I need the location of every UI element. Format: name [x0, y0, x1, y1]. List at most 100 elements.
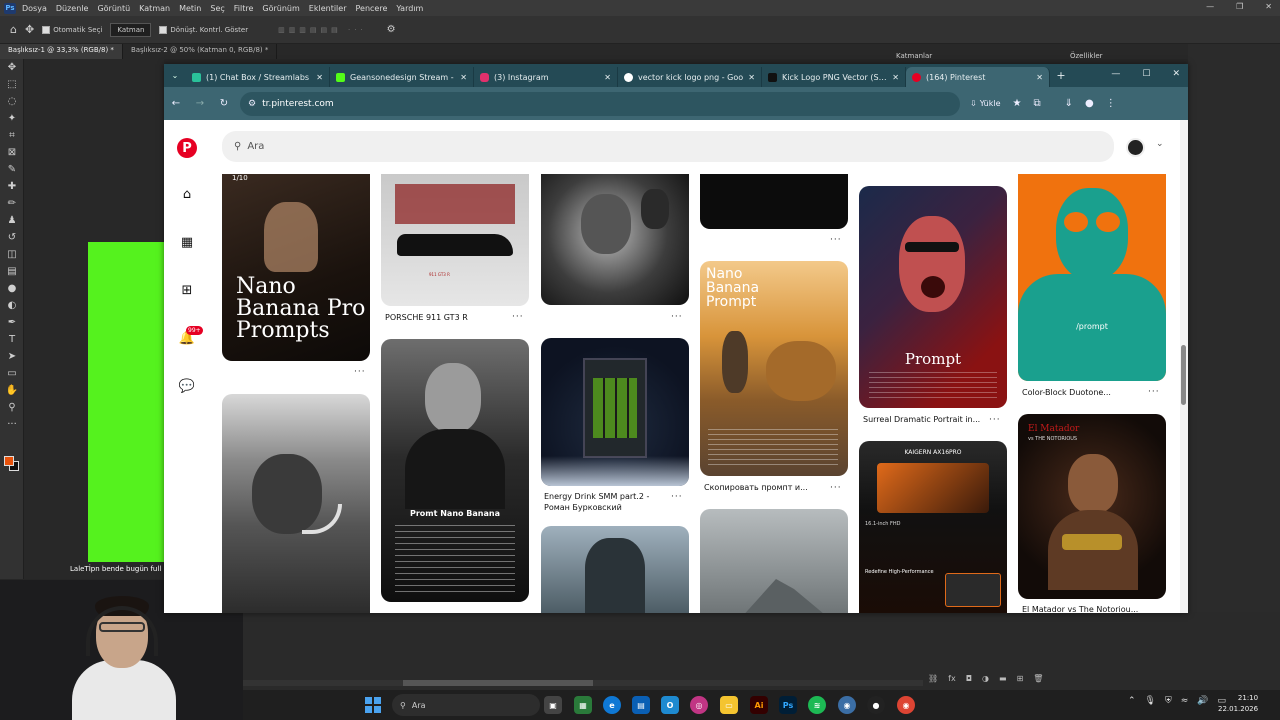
pin-kaigern-laptop[interactable]: KAIGERN AX16PRO 16.1-inch FHD Redefine H… — [859, 441, 1007, 613]
close-icon[interactable]: ✕ — [460, 73, 467, 82]
eyedropper-tool-icon[interactable]: ✎ — [0, 161, 24, 178]
pin-dragon[interactable] — [541, 526, 689, 613]
menu-file[interactable]: Dosya — [22, 4, 47, 13]
folder-icon[interactable]: ▬ — [999, 674, 1007, 683]
edge-icon[interactable]: e — [603, 696, 621, 714]
microphone-icon[interactable]: 🎙 — [1145, 696, 1156, 706]
file-explorer-icon[interactable]: ▭ — [720, 696, 738, 714]
browser-tab-kick-logo[interactable]: Kick Logo PNG Vector (SVG ✕ — [762, 67, 906, 87]
menu-layer[interactable]: Katman — [139, 4, 170, 13]
close-icon[interactable]: ✕ — [1172, 69, 1180, 79]
extensions-icon[interactable]: ⧉ — [1034, 98, 1041, 109]
close-icon[interactable]: ✕ — [1265, 2, 1272, 11]
pin-misty-mountain[interactable] — [700, 509, 848, 613]
auto-select-option[interactable]: Otomatik Seçi — [42, 25, 102, 34]
browser-tab-pinterest[interactable]: (164) Pinterest ✕ — [906, 67, 1050, 87]
pin-surreal-portrait[interactable]: Prompt — [859, 186, 1007, 408]
menu-filter[interactable]: Filtre — [234, 4, 254, 13]
pin-title[interactable]: Color-Block Duotone... — [1022, 388, 1111, 397]
path-select-icon[interactable]: ➤ — [0, 348, 24, 365]
pin-more-options-icon[interactable]: ··· — [671, 492, 683, 502]
pin-mammoth[interactable] — [222, 394, 370, 613]
pin-warrior-eagle[interactable] — [541, 174, 689, 305]
crop-tool-icon[interactable]: ⌗ — [0, 127, 24, 144]
frame-tool-icon[interactable]: ⊠ — [0, 144, 24, 161]
align-icons[interactable]: ▥▥▥▤▤▤ ··· — [278, 26, 367, 34]
doc-tab-1[interactable]: Başlıksız-1 @ 33,3% (RGB/8) * — [0, 44, 123, 59]
foreground-color-swatch[interactable] — [4, 456, 14, 466]
pin-nano-banana-pro[interactable]: Nano Banana Pro Prompts 1/10 — [222, 174, 370, 361]
ps-horizontal-scrollbar[interactable] — [243, 680, 923, 686]
pin-el-matador[interactable]: El Matador vs THE NOTORIOUS — [1018, 414, 1166, 599]
zoom-tool-icon[interactable]: ⚲ — [0, 399, 24, 416]
menu-help[interactable]: Yardım — [396, 4, 423, 13]
close-icon[interactable]: ✕ — [316, 73, 323, 82]
menu-window[interactable]: Pencere — [356, 4, 388, 13]
taskbar-search[interactable]: ⚲ Ara — [392, 694, 540, 716]
pin-dark-top[interactable] — [700, 174, 848, 229]
site-info-icon[interactable]: ⚙ — [248, 99, 256, 109]
browser-tab-google[interactable]: vector kick logo png - Goo ✕ — [618, 67, 762, 87]
menu-image[interactable]: Görüntü — [97, 4, 130, 13]
pinterest-logo-icon[interactable]: P — [177, 138, 197, 158]
search-input[interactable]: ⚲ Ara — [222, 131, 1114, 162]
illustrator-icon[interactable]: Ai — [750, 696, 768, 714]
layers-panel-tab[interactable]: Katmanlar — [896, 52, 932, 60]
maximize-icon[interactable]: ☐ — [1142, 69, 1150, 79]
close-icon[interactable]: ✕ — [604, 73, 611, 82]
browser-tab-kick[interactable]: Geansonedesign Stream - ✕ — [330, 67, 474, 87]
blur-tool-icon[interactable]: ● — [0, 280, 24, 297]
move-tool-icon[interactable]: ✥ — [0, 59, 24, 76]
link-layers-icon[interactable]: ⛓ — [928, 674, 938, 683]
pin-more-options-icon[interactable]: ··· — [830, 235, 842, 245]
menu-select[interactable]: Seç — [210, 4, 224, 13]
pin-title[interactable]: Роман Бурковский — [544, 503, 622, 512]
doc-tab-2[interactable]: Başlıksız-2 @ 50% (Katman 0, RGB/8) * — [123, 44, 278, 59]
messages-icon[interactable]: 💬 — [177, 376, 197, 396]
tab-search-chevron-icon[interactable]: ⌄ — [164, 64, 186, 87]
healing-tool-icon[interactable]: ✚ — [0, 178, 24, 195]
scroll-thumb[interactable] — [1181, 345, 1186, 405]
close-icon[interactable]: ✕ — [748, 73, 755, 82]
type-tool-icon[interactable]: T — [0, 331, 24, 348]
minimize-icon[interactable]: — — [1111, 69, 1120, 79]
menu-type[interactable]: Metin — [179, 4, 201, 13]
pin-more-options-icon[interactable]: ··· — [354, 367, 366, 377]
stamp-tool-icon[interactable]: ♟ — [0, 212, 24, 229]
download-icon[interactable]: ⇓ — [1065, 98, 1073, 109]
explore-icon[interactable]: ▦ — [177, 232, 197, 252]
install-app-button[interactable]: ⇩ Yükle — [970, 99, 1001, 108]
pin-title[interactable]: El Matador vs The Notoriou... — [1022, 605, 1138, 613]
spotify-icon[interactable]: ≋ — [808, 696, 826, 714]
marquee-tool-icon[interactable]: ⬚ — [0, 76, 24, 93]
close-icon[interactable]: ✕ — [892, 73, 899, 82]
menu-edit[interactable]: Düzenle — [56, 4, 89, 13]
lasso-tool-icon[interactable]: ◌ — [0, 93, 24, 110]
gradient-tool-icon[interactable]: ▤ — [0, 263, 24, 280]
shape-tool-icon[interactable]: ▭ — [0, 365, 24, 382]
pin-more-options-icon[interactable]: ··· — [1148, 387, 1160, 397]
pin-title[interactable]: PORSCHE 911 GT3 R — [385, 313, 468, 322]
layer-select-dropdown[interactable]: Katman — [110, 22, 152, 37]
chevron-up-icon[interactable]: ⌃ — [1128, 696, 1136, 706]
shield-icon[interactable]: ⛨ — [1165, 696, 1172, 706]
pin-lion-prompt[interactable]: Nano Banana Prompt — [700, 261, 848, 476]
brush-tool-icon[interactable]: ✏ — [0, 195, 24, 212]
volume-icon[interactable]: 🔊 — [1197, 696, 1208, 706]
pen-tool-icon[interactable]: ✒ — [0, 314, 24, 331]
auto-select-checkbox[interactable] — [42, 25, 51, 34]
obs-icon[interactable]: ● — [867, 696, 885, 714]
outlook-icon[interactable]: O — [661, 696, 679, 714]
pin-title[interactable]: Скопировать промпт и... — [704, 483, 808, 492]
pin-more-options-icon[interactable]: ··· — [671, 312, 683, 322]
instagram-icon[interactable]: ◎ — [690, 696, 708, 714]
store-icon[interactable]: ▤ — [632, 696, 650, 714]
hand-tool-icon[interactable]: ✋ — [0, 382, 24, 399]
menu-view[interactable]: Görünüm — [262, 4, 299, 13]
forward-arrow-icon[interactable]: → — [188, 98, 212, 109]
home-icon[interactable]: ⌂ — [10, 23, 17, 36]
properties-panel-tab[interactable]: Özellikler — [1070, 52, 1103, 60]
minimize-icon[interactable]: — — [1206, 2, 1214, 11]
browser-menu-icon[interactable]: ⋮ — [1106, 98, 1116, 109]
pin-promt-nano-banana[interactable]: Promt Nano Banana — [381, 339, 529, 602]
